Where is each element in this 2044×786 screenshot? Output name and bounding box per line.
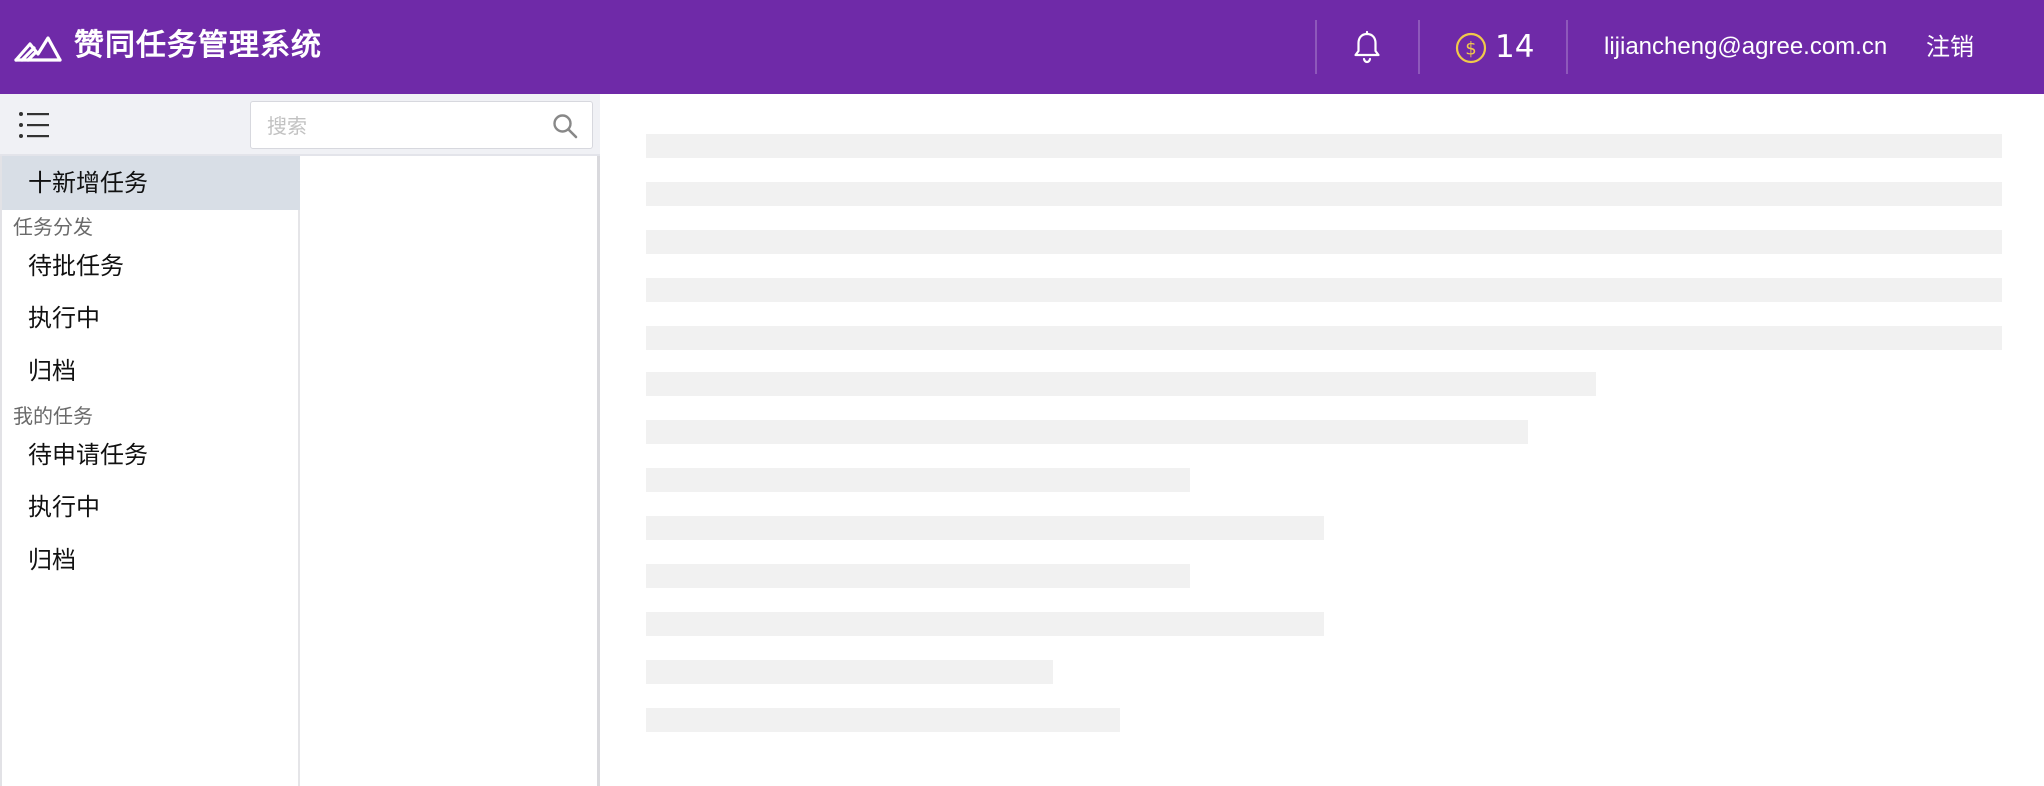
- header-divider: [1315, 20, 1317, 74]
- main-content: [600, 94, 2044, 786]
- section-title-my-tasks: 我的任务: [13, 404, 93, 428]
- skeleton-line: [646, 134, 2002, 158]
- new-task-button[interactable]: 十新增任务: [2, 156, 300, 210]
- skeleton-line: [646, 182, 2002, 206]
- sidebar-toolbar: [0, 94, 600, 156]
- sidebar-item-dispatch-in-progress[interactable]: 执行中: [2, 294, 300, 342]
- list-menu-icon[interactable]: [18, 110, 50, 140]
- sidebar-item-my-archive[interactable]: 归档: [2, 536, 300, 584]
- top-header: 赞同任务管理系统 $ 14 lijiancheng@agree.com.cn 注…: [0, 0, 2044, 94]
- header-divider: [1566, 20, 1568, 74]
- search-box: [250, 101, 593, 149]
- skeleton-line: [646, 372, 1596, 396]
- sidebar-item-dispatch-archive[interactable]: 归档: [2, 347, 300, 395]
- dollar-coin-icon[interactable]: $: [1455, 32, 1487, 64]
- skeleton-line: [646, 278, 2002, 302]
- sidebar-item-pending-application[interactable]: 待申请任务: [2, 431, 300, 479]
- skeleton-line: [646, 708, 1120, 732]
- skeleton-line: [646, 420, 1528, 444]
- svg-text:$: $: [1465, 39, 1476, 60]
- mountain-logo-icon: [14, 36, 62, 62]
- skeleton-line: [646, 230, 2002, 254]
- skeleton-line: [646, 326, 2002, 350]
- brand[interactable]: 赞同任务管理系统: [14, 22, 322, 70]
- app-title: 赞同任务管理系统: [74, 28, 322, 63]
- coin-count: 14: [1495, 29, 1535, 65]
- sidebar-item-pending-approval[interactable]: 待批任务: [2, 242, 300, 290]
- skeleton-line: [646, 516, 1324, 540]
- sidebar-menu: 十新增任务 任务分发 待批任务 执行中 归档 我的任务 待申请任务 执行中 归档: [0, 156, 300, 786]
- bell-icon[interactable]: [1352, 30, 1382, 64]
- sidebar-item-my-in-progress[interactable]: 执行中: [2, 483, 300, 531]
- search-input[interactable]: [265, 110, 535, 142]
- task-list-panel: [300, 156, 600, 786]
- section-title-dispatch: 任务分发: [13, 215, 93, 239]
- skeleton-line: [646, 564, 1190, 588]
- logout-button[interactable]: 注销: [1926, 30, 1974, 64]
- skeleton-line: [646, 612, 1324, 636]
- search-icon[interactable]: [552, 113, 578, 139]
- skeleton-line: [646, 468, 1190, 492]
- user-email[interactable]: lijiancheng@agree.com.cn: [1604, 30, 1887, 64]
- header-divider: [1418, 20, 1420, 74]
- skeleton-line: [646, 660, 1053, 684]
